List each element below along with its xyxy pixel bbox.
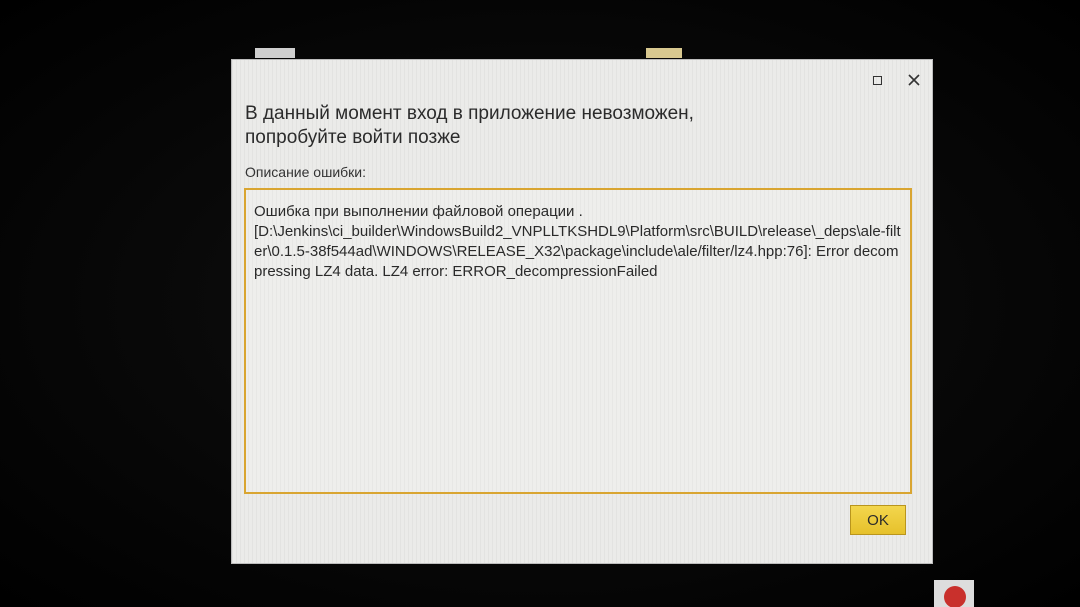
maximize-icon [872, 75, 882, 85]
close-icon [908, 74, 920, 86]
dialog-title: В данный момент вход в приложение невозм… [245, 102, 805, 150]
maximize-button[interactable] [865, 68, 889, 92]
dialog-title-line1: В данный момент вход в приложение невозм… [245, 103, 694, 124]
close-button[interactable] [902, 68, 926, 92]
screen: В данный момент вход в приложение невозм… [0, 0, 1080, 607]
error-message-text: Ошибка при выполнении файловой операции … [254, 203, 901, 280]
dialog-title-line2: попробуйте войти позже [245, 127, 461, 148]
background-window-tab [255, 48, 295, 58]
error-description-box[interactable]: Ошибка при выполнении файловой операции … [244, 188, 912, 494]
app-icon-shape [944, 586, 966, 607]
taskbar-app-icon[interactable] [934, 580, 974, 607]
ok-button[interactable]: OK [850, 505, 906, 535]
error-description-label: Описание ошибки: [245, 164, 366, 180]
background-window-tab [646, 48, 682, 58]
error-dialog: В данный момент вход в приложение невозм… [232, 60, 932, 563]
